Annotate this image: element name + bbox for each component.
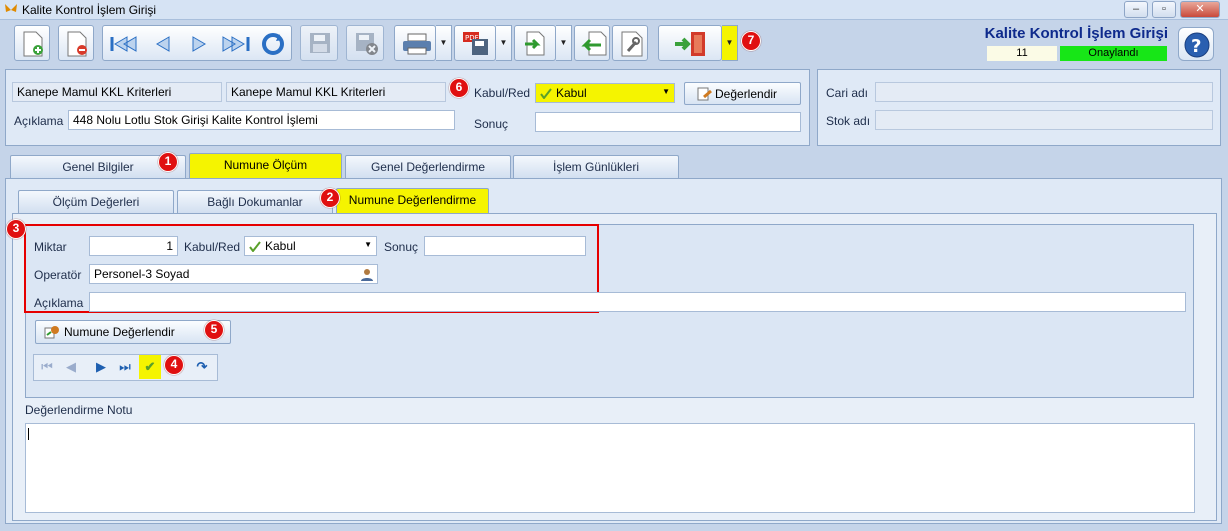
miktar-input[interactable]: 1 [89,236,178,256]
form-sonuc-input[interactable] [424,236,586,256]
printer-icon [403,33,431,55]
new-document-button[interactable] [14,25,50,61]
import-document-icon [581,31,607,56]
delete-document-button[interactable] [58,25,94,61]
stok-label: Stok adı [826,114,871,128]
pdf-export-button[interactable]: PDF [454,25,496,61]
record-navigation-bar [102,25,292,61]
sonuc-label: Sonuç [474,117,509,131]
print-button[interactable] [394,25,436,61]
export-button[interactable] [514,25,556,61]
new-document-icon [23,31,43,57]
badge-6: 6 [449,78,469,98]
note-label: Değerlendirme Notu [25,403,133,417]
exit-button[interactable] [658,25,722,61]
criteria-field-1: Kanepe Mamul KKL Kriterleri [12,82,222,102]
criteria-field-2: Kanepe Mamul KKL Kriterleri [226,82,446,102]
subtab-numune-degerlendirme[interactable]: Numune Değerlendirme [336,188,489,213]
svg-text:?: ? [1191,36,1201,57]
check-icon [540,88,552,99]
last-record-icon[interactable] [221,35,251,53]
print-dropdown[interactable]: ▼ [436,25,452,61]
first-record-icon[interactable] [109,35,137,53]
exit-door-icon [675,32,705,56]
save-button[interactable] [300,25,338,61]
note-textarea[interactable] [25,423,1195,513]
subtab-bagli-dokumanlar[interactable]: Bağlı Dokumanlar [177,190,333,213]
pdf-dropdown[interactable]: ▼ [496,25,512,61]
export-document-icon [525,31,545,56]
data-navigator: ⏮ ◀ ▶ ⏭ ✔ ↷ [33,354,218,381]
import-button[interactable] [574,25,610,61]
tab-islem-gunlukleri[interactable]: İşlem Günlükleri [513,155,679,178]
badge-1: 1 [158,152,178,172]
maximize-button[interactable]: ▫ [1152,1,1176,18]
nav-prev-icon[interactable]: ◀ [60,355,82,379]
chevron-down-icon: ▼ [662,87,670,96]
status-badge: Onaylandı [1060,46,1167,61]
form-kabulred-select[interactable]: Kabul ▼ [244,236,377,256]
badge-2: 2 [320,188,340,208]
next-record-icon[interactable] [189,35,209,53]
evaluate-sample-icon [44,326,59,339]
delete-document-icon [67,31,87,57]
page-title: Kalite Kontrol İşlem Girişi [984,25,1168,42]
export-dropdown[interactable]: ▼ [556,25,572,61]
minimize-button[interactable]: – [1124,1,1148,18]
form-kabulred-label: Kabul/Red [184,240,241,254]
tab-genel-degerlendirme[interactable]: Genel Değerlendirme [345,155,511,178]
nav-first-icon[interactable]: ⏮ [36,355,58,379]
subtab-olcum-degerleri[interactable]: Ölçüm Değerleri [18,190,174,213]
person-lookup-icon[interactable] [360,268,374,281]
exit-dropdown[interactable]: ▼ [722,25,738,61]
wrench-document-icon [621,31,643,57]
pdf-save-icon: PDF [463,32,488,55]
butterfly-icon [5,4,17,12]
miktar-label: Miktar [34,240,67,254]
cari-stok-panel [817,69,1221,146]
check-icon [249,241,261,252]
tools-button[interactable] [612,25,648,61]
text-cursor [28,428,29,440]
badge-4: 4 [164,355,184,375]
sonuc-input[interactable] [535,112,801,132]
badge-3: 3 [6,219,26,239]
stok-field [875,110,1213,130]
cari-field [875,82,1213,102]
record-number: 11 [987,46,1057,61]
top-info-panel [5,69,810,146]
close-button[interactable]: ✕ [1180,1,1220,18]
previous-record-icon[interactable] [153,35,173,53]
window-title: Kalite Kontrol İşlem Girişi [22,3,157,17]
form-sonuc-label: Sonuç [384,240,419,254]
form-aciklama-label: Açıklama [34,296,84,310]
help-button[interactable]: ? [1178,27,1214,61]
kabulred-select[interactable]: Kabul ▼ [535,83,675,103]
nav-next-icon[interactable]: ▶ [90,355,112,379]
refresh-icon[interactable] [259,31,287,57]
tab-numune-olcum[interactable]: Numune Ölçüm [189,153,342,178]
evaluate-icon [697,87,712,101]
degerlendir-button[interactable]: Değerlendir [684,82,801,105]
badge-7: 7 [741,31,761,51]
operator-input[interactable]: Personel-3 Soyad [89,264,378,284]
cancel-save-button[interactable] [346,25,384,61]
operator-label: Operatör [34,268,82,282]
save-icon [310,33,330,53]
numune-degerlendir-button[interactable]: Numune Değerlendir [35,320,231,344]
aciklama-label: Açıklama [14,114,64,128]
badge-5: 5 [204,320,224,340]
form-aciklama-input[interactable] [89,292,1186,312]
title-bar: Kalite Kontrol İşlem Girişi – ▫ ✕ [0,0,1228,20]
aciklama-input[interactable]: 448 Nolu Lotlu Stok Girişi Kalite Kontro… [68,110,455,130]
chevron-down-icon: ▼ [364,240,372,249]
nav-save-check-icon[interactable]: ✔ [139,355,161,379]
cancel-save-icon [356,33,378,55]
help-icon: ? [1184,32,1210,58]
kabulred-label: Kabul/Red [474,86,531,100]
cari-label: Cari adı [826,86,869,100]
nav-undo-icon[interactable]: ↷ [191,355,213,379]
nav-last-icon[interactable]: ⏭ [114,355,136,379]
